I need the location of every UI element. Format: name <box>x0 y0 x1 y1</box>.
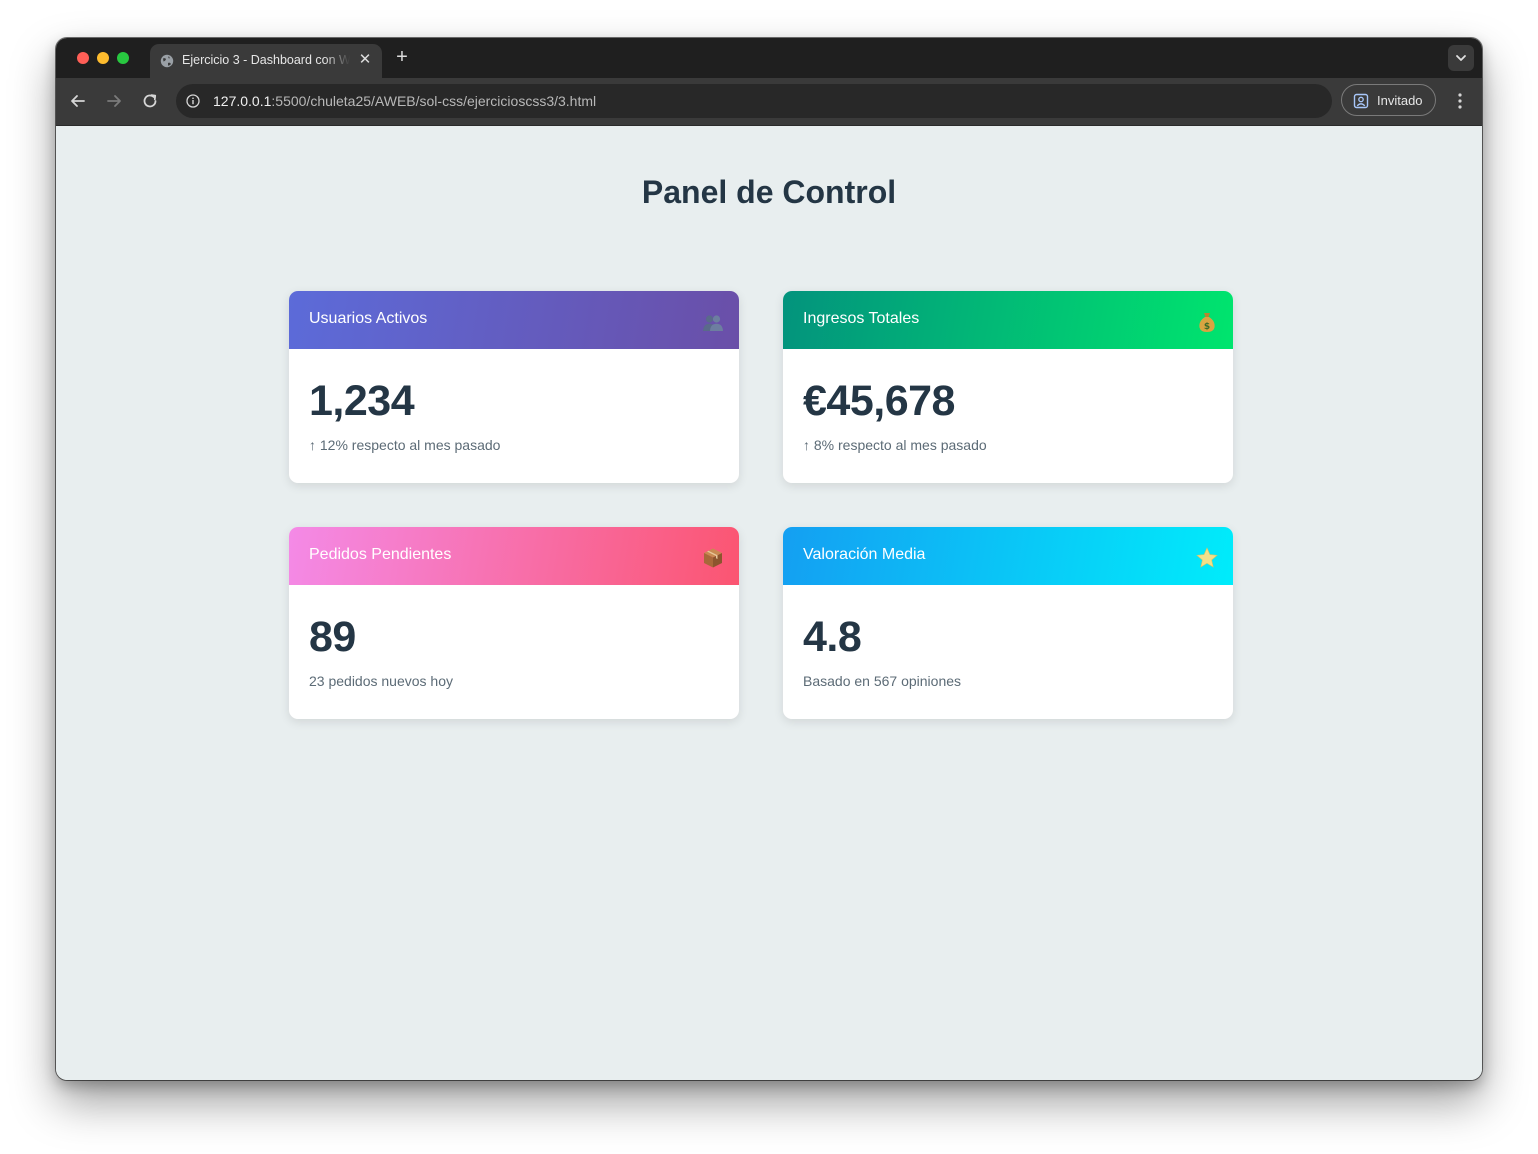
widget-valoracion-media: Valoración Media 4.8 Basado en 567 opini… <box>783 527 1233 719</box>
widget-title: Ingresos Totales <box>803 310 920 327</box>
money-bag-icon: $ <box>1199 313 1215 332</box>
profile-button[interactable]: Invitado <box>1341 84 1436 116</box>
url-path: :5500/chuleta25/AWEB/sol-css/ejerciciosc… <box>271 93 597 109</box>
widget-value: 4.8 <box>803 613 862 661</box>
widget-title: Usuarios Activos <box>309 310 428 327</box>
widget-note: Basado en 567 opiniones <box>803 673 962 689</box>
package-icon <box>704 548 722 568</box>
globe-icon <box>160 54 174 68</box>
page-title: Panel de Control <box>641 174 897 210</box>
address-bar[interactable]: 127.0.0.1:5500/chuleta25/AWEB/sol-css/ej… <box>176 84 1332 118</box>
guest-profile-icon <box>1353 93 1369 109</box>
widget-header: Ingresos Totales $ <box>783 291 1233 349</box>
widget-usuarios-activos: Usuarios Activos 1,234 ↑ 12% respecto al… <box>289 291 739 483</box>
widget-note: ↑ 12% respecto al mes pasado <box>309 437 501 453</box>
minimize-window-button[interactable] <box>97 52 109 64</box>
tab-active[interactable]: Ejercicio 3 - Dashboard con Widgets ✕ <box>150 44 382 78</box>
more-menu-icon[interactable] <box>1452 90 1468 112</box>
url-text: 127.0.0.1:5500/chuleta25/AWEB/sol-css/ej… <box>213 93 596 109</box>
chevron-down-icon <box>1456 55 1466 61</box>
back-arrow-icon[interactable] <box>68 91 88 111</box>
widget-ingresos-totales: Ingresos Totales $ €45,678 ↑ 8% respecto… <box>783 291 1233 483</box>
widget-title: Pedidos Pendientes <box>309 546 452 563</box>
close-tab-button[interactable]: ✕ <box>356 51 374 69</box>
site-info-icon[interactable] <box>186 94 200 108</box>
browser-toolbar: 127.0.0.1:5500/chuleta25/AWEB/sol-css/ej… <box>56 78 1482 126</box>
widget-note: 23 pedidos nuevos hoy <box>309 673 453 689</box>
page-content: Panel de Control Usuarios Activos 1,234 … <box>56 126 1482 1080</box>
profile-label: Invitado <box>1377 93 1423 108</box>
star-icon <box>1196 547 1218 568</box>
widget-value: €45,678 <box>803 377 955 425</box>
maximize-window-button[interactable] <box>117 52 129 64</box>
widget-header: Pedidos Pendientes <box>289 527 739 585</box>
forward-arrow-icon[interactable] <box>104 91 124 111</box>
widget-title: Valoración Media <box>803 546 926 563</box>
tab-search-button[interactable] <box>1448 45 1474 71</box>
tab-strip: Ejercicio 3 - Dashboard con Widgets ✕ + <box>56 38 1482 78</box>
svg-text:$: $ <box>1204 322 1210 332</box>
url-host: 127.0.0.1 <box>213 93 272 109</box>
browser-window: Ejercicio 3 - Dashboard con Widgets ✕ + <box>56 38 1482 1080</box>
widget-value: 1,234 <box>309 377 415 425</box>
new-tab-button[interactable]: + <box>392 46 412 68</box>
people-icon <box>703 315 723 331</box>
reload-icon[interactable] <box>140 91 160 111</box>
widget-header: Valoración Media <box>783 527 1233 585</box>
widget-header: Usuarios Activos <box>289 291 739 349</box>
close-window-button[interactable] <box>77 52 89 64</box>
widget-note: ↑ 8% respecto al mes pasado <box>803 437 987 453</box>
tab-title: Ejercicio 3 - Dashboard con Widgets <box>182 53 350 67</box>
widget-value: 89 <box>309 613 356 661</box>
widget-pedidos-pendientes: Pedidos Pendientes 89 23 pedidos nuevos … <box>289 527 739 719</box>
